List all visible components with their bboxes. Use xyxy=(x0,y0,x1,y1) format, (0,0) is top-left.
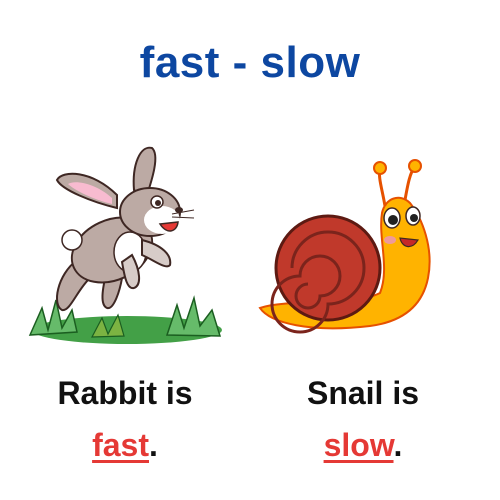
snail-punctuation: . xyxy=(393,427,403,463)
snail-caption-line1: Snail is xyxy=(306,375,420,411)
rabbit-caption-line2: fast. xyxy=(0,424,250,466)
snail-caption-line2: slow. xyxy=(238,424,488,466)
snail-caption: Snail is slow. xyxy=(238,372,488,466)
rabbit-caption-line1: Rabbit is xyxy=(57,375,193,411)
rabbit-illustration xyxy=(28,146,222,344)
snail-adjective: slow xyxy=(323,427,394,463)
rabbit-punctuation: . xyxy=(149,427,158,463)
page-title: fast - slow xyxy=(139,38,361,87)
rabbit-adjective: fast xyxy=(92,427,149,463)
rabbit-caption: Rabbit is fast. xyxy=(0,372,250,466)
snail-illustration xyxy=(258,159,431,334)
